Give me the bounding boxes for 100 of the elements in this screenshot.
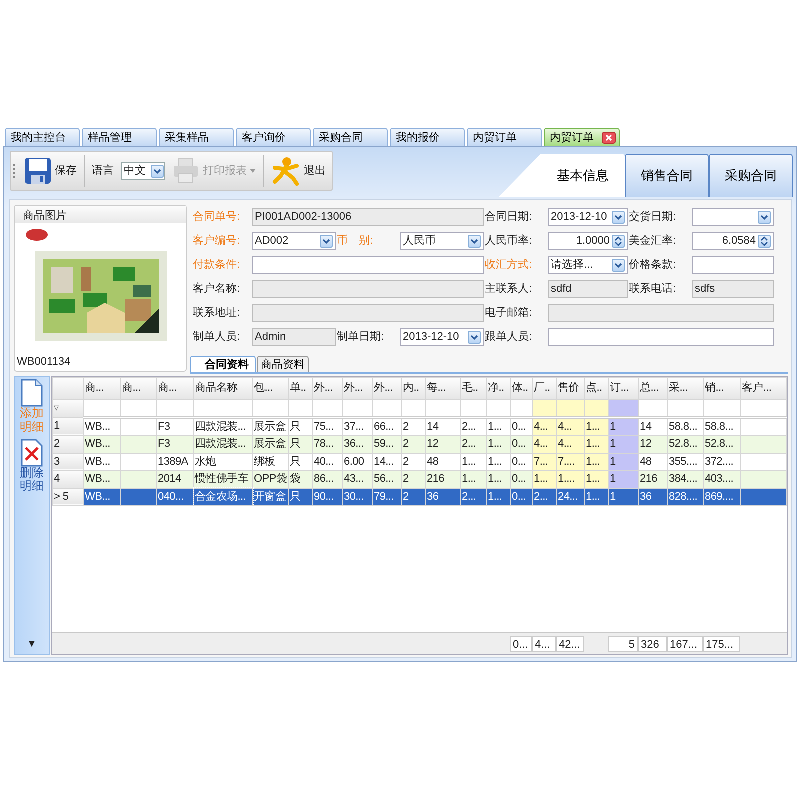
spin-box[interactable]: 6.0584 bbox=[692, 232, 774, 250]
table-cell: 2 bbox=[402, 436, 426, 453]
combo-box[interactable]: 人民币 bbox=[400, 232, 484, 250]
input-field[interactable] bbox=[548, 304, 774, 322]
column-header[interactable]: 采... bbox=[668, 378, 704, 400]
table-cell: WB... bbox=[84, 436, 120, 453]
column-header[interactable]: 商品名称 bbox=[194, 378, 252, 400]
input-field[interactable]: PI001AD002-13006 bbox=[252, 208, 484, 226]
row-number: 4 bbox=[52, 470, 84, 488]
tab[interactable]: 采集样品 bbox=[159, 128, 234, 146]
table-cell: 1 bbox=[608, 453, 638, 470]
combo-box[interactable]: 2013-12-10 bbox=[548, 208, 628, 226]
input-field[interactable]: sdfd bbox=[548, 280, 628, 298]
table-row[interactable]: > 5 WB... 040... 合金农场... 开窗盒 只 90... 30... 79... 2 36 2... 1... 0... 2... 24... 1... 1 36 828.... 869.... bbox=[52, 488, 786, 506]
delete-detail-button[interactable]: 删除明细 bbox=[18, 438, 46, 494]
input-field[interactable] bbox=[548, 328, 774, 346]
column-header[interactable]: 包... bbox=[252, 378, 288, 400]
spinner-arrows-icon bbox=[758, 234, 771, 248]
tab[interactable]: 销售合同 bbox=[625, 154, 709, 197]
tab[interactable]: 内贸订单 bbox=[544, 128, 620, 146]
input-field[interactable] bbox=[252, 304, 484, 322]
table-cell: 56... bbox=[372, 470, 402, 488]
table-row[interactable]: 3 WB... 1389A 水炮 绑板 只 40... 6.00 14... 2 48 1... 1... 0... 7... 7.... 1... 1 48 355.... 372.... bbox=[52, 453, 786, 470]
total-cell: 42... bbox=[556, 636, 584, 652]
table-cell: 828.... bbox=[668, 488, 704, 506]
table-row[interactable]: 1 WB... F3 四款混装... 展示盒 只 75... 37... 66... 2 14 2... 1... 0... 4... 4... 1... 1 14 58.8... 58.8... bbox=[52, 417, 786, 436]
tab[interactable]: 客户询价 bbox=[236, 128, 311, 146]
table-cell: 14... bbox=[372, 453, 402, 470]
input-field[interactable]: sdfs bbox=[692, 280, 774, 298]
column-header[interactable]: 商... bbox=[120, 378, 156, 400]
input-field[interactable] bbox=[692, 256, 774, 274]
field-label: 制单人员: bbox=[193, 330, 242, 345]
combo-box[interactable]: 2013-12-10 bbox=[400, 328, 484, 346]
row-number: > 5 bbox=[52, 488, 84, 506]
printer-icon bbox=[172, 157, 200, 185]
column-header[interactable]: 厂.. bbox=[532, 378, 556, 400]
column-header[interactable]: 商... bbox=[84, 378, 120, 400]
table-cell: 1... bbox=[486, 488, 510, 506]
table-cell: 86... bbox=[312, 470, 342, 488]
tab[interactable]: 商品资料 bbox=[257, 356, 309, 372]
column-header[interactable]: 净.. bbox=[486, 378, 510, 400]
filter-cell[interactable] bbox=[532, 400, 556, 417]
tab[interactable]: 样品管理 bbox=[82, 128, 157, 146]
filter-icon: ▿ bbox=[54, 403, 59, 414]
tab[interactable]: 合同资料 bbox=[190, 356, 256, 372]
combo-box[interactable]: AD002 bbox=[252, 232, 336, 250]
table-cell: 合金农场... bbox=[194, 488, 252, 506]
input-field[interactable] bbox=[252, 256, 484, 274]
table-cell: 1... bbox=[460, 470, 486, 488]
column-header[interactable]: 客户... bbox=[740, 378, 786, 400]
tab[interactable]: 我的主控台 bbox=[5, 128, 80, 146]
column-header[interactable]: 外... bbox=[372, 378, 402, 400]
column-header[interactable]: 单.. bbox=[288, 378, 312, 400]
filter-cell[interactable] bbox=[556, 400, 584, 417]
total-cell: 167... bbox=[667, 636, 703, 652]
combo-box[interactable] bbox=[692, 208, 774, 226]
table-cell: 355.... bbox=[668, 453, 704, 470]
filter-cell[interactable] bbox=[608, 400, 638, 417]
tab[interactable]: 我的报价 bbox=[390, 128, 465, 146]
filter-cell[interactable] bbox=[584, 400, 608, 417]
tab[interactable]: 基本信息 bbox=[499, 154, 625, 197]
table-cell: 4... bbox=[532, 436, 556, 453]
spinner-arrows-icon bbox=[612, 234, 625, 248]
column-header[interactable]: 外... bbox=[312, 378, 342, 400]
input-field[interactable]: Admin bbox=[252, 328, 336, 346]
column-header[interactable]: 毛.. bbox=[460, 378, 486, 400]
tab[interactable]: 采购合同 bbox=[709, 154, 793, 197]
table-cell: 52.8... bbox=[704, 436, 740, 453]
scroll-down-arrow[interactable]: ▼ bbox=[27, 637, 37, 654]
column-header[interactable]: 外... bbox=[342, 378, 372, 400]
exit-button[interactable]: 退出 bbox=[269, 156, 328, 186]
input-field[interactable] bbox=[252, 280, 484, 298]
table-cell: 75... bbox=[312, 417, 342, 436]
field-label: 联系电话: bbox=[629, 282, 678, 297]
column-header[interactable]: 体.. bbox=[510, 378, 532, 400]
table-cell: 59... bbox=[372, 436, 402, 453]
tab[interactable]: 内贸订单 bbox=[467, 128, 542, 146]
column-header[interactable]: 销... bbox=[704, 378, 740, 400]
save-button[interactable]: 保存 bbox=[22, 157, 79, 185]
tab[interactable]: 采购合同 bbox=[313, 128, 388, 146]
table-row[interactable]: 2 WB... F3 四款混装... 展示盒 只 78... 36... 59... 2 12 2... 1... 0... 4... 4... 1... 1 12 52.8... 52.8... bbox=[52, 436, 786, 453]
column-header[interactable]: 商... bbox=[156, 378, 194, 400]
table-cell: 2 bbox=[402, 453, 426, 470]
table-cell: 0... bbox=[510, 488, 532, 506]
table-cell: 48 bbox=[638, 453, 668, 470]
table-cell: 1 bbox=[608, 470, 638, 488]
column-header[interactable]: 每... bbox=[426, 378, 460, 400]
column-header[interactable]: 售价 bbox=[556, 378, 584, 400]
table-cell bbox=[740, 470, 786, 488]
language-label: 语言 bbox=[91, 164, 115, 179]
combo-box[interactable]: 请选择... bbox=[548, 256, 628, 274]
total-cell: 326 bbox=[638, 636, 667, 652]
table-row[interactable]: 4 WB... 2014 惯性佛手车 OPP袋 袋 86... 43... 56... 2 216 1... 1... 0... 1... 1.... 1... 1 216 384.... 403.... bbox=[52, 470, 786, 488]
column-header[interactable]: 点.. bbox=[584, 378, 608, 400]
column-header[interactable]: 订... bbox=[608, 378, 638, 400]
column-header[interactable]: 总... bbox=[638, 378, 668, 400]
column-header[interactable]: 内.. bbox=[402, 378, 426, 400]
table-cell bbox=[120, 470, 156, 488]
spin-box[interactable]: 1.0000 bbox=[548, 232, 628, 250]
language-select[interactable]: 中文 bbox=[121, 162, 165, 180]
